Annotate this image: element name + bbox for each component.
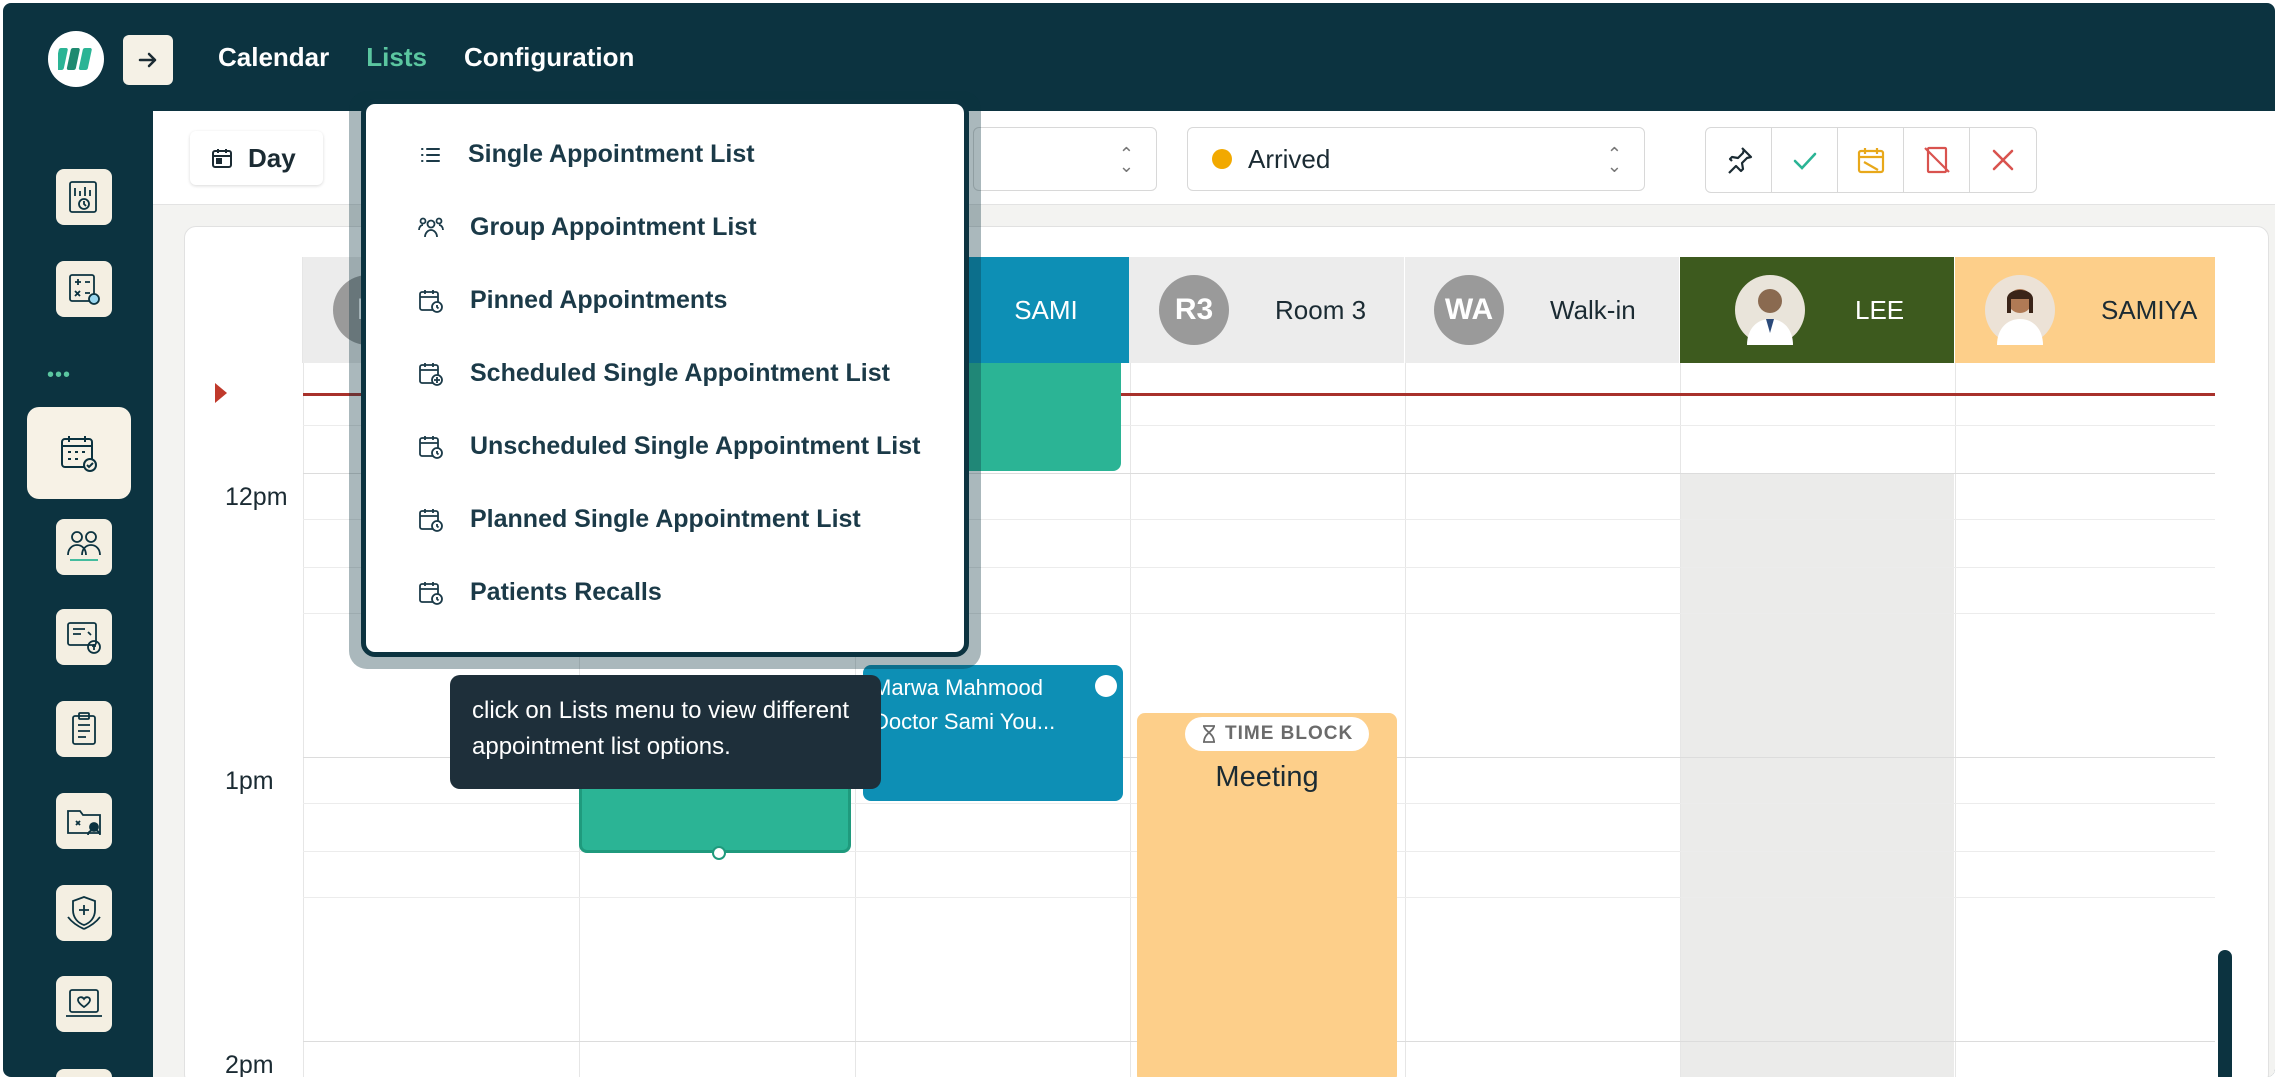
column-header-lee[interactable]: LEE	[1680, 257, 1954, 363]
app-logo[interactable]	[48, 31, 104, 87]
check-icon	[1793, 152, 1816, 170]
column-label: SAMIYA	[2101, 294, 2198, 325]
grid-line	[1405, 363, 1406, 1077]
time-block-title: Meeting	[1215, 761, 1319, 793]
column-label: Walk-in	[1550, 294, 1636, 325]
grid-line	[303, 363, 304, 1077]
nav-calendar[interactable]: Calendar	[218, 39, 329, 75]
menu-item-label: Pinned Appointments	[470, 286, 728, 314]
scrollbar-thumb[interactable]	[2218, 950, 2232, 1077]
menu-item-patients-recalls[interactable]: Patients Recalls	[418, 578, 662, 607]
calendar-clock-icon	[419, 508, 443, 532]
appointment-marwa-mahmood[interactable]: Marwa Mahmood Doctor Sami You...	[863, 665, 1123, 801]
calendar-off-icon	[1857, 148, 1884, 174]
pin-icon	[1727, 147, 1752, 174]
appointment-action-bar	[1705, 127, 2037, 193]
menu-item-single-appointment-list[interactable]: Single Appointment List	[418, 140, 755, 169]
arrow-right-icon	[138, 52, 157, 68]
column-header-sami[interactable]: SAMI	[963, 257, 1129, 363]
chevron-updown-icon: ⌃ ⌄	[1606, 144, 1622, 176]
nav-lists[interactable]: Lists	[366, 39, 427, 75]
reschedule-button[interactable]	[1838, 128, 1904, 192]
calendar-clock-icon	[419, 581, 443, 605]
calendar-clock-icon	[419, 289, 443, 313]
menu-item-planned-single-appointment-list[interactable]: Planned Single Appointment List	[418, 505, 861, 534]
filter-select[interactable]: ⌃ ⌄	[973, 127, 1157, 191]
app-window: Calendar Lists Configuration ••• Day ⌃ ⌄…	[3, 3, 2275, 1077]
resize-handle[interactable]	[712, 846, 726, 860]
column-avatar: R3	[1159, 275, 1229, 345]
sidebar-patients-icon[interactable]	[56, 519, 112, 575]
time-block-label: TIME BLOCK	[1225, 723, 1354, 744]
grid-line	[1680, 363, 1681, 1077]
doctor-avatar	[1735, 275, 1805, 345]
menu-item-pinned-appointments[interactable]: Pinned Appointments	[418, 286, 727, 315]
calendar-icon	[212, 149, 232, 168]
column-label: LEE	[1855, 294, 1905, 325]
column-label: Room 3	[1275, 294, 1367, 325]
hourglass-icon	[1203, 725, 1215, 743]
group-icon	[418, 217, 444, 237]
current-time-marker	[215, 383, 227, 403]
calendar-plus-icon	[419, 362, 443, 386]
time-label: 1pm	[225, 767, 274, 795]
time-gutter-header	[215, 257, 303, 363]
status-select[interactable]: Arrived ⌃ ⌄	[1187, 127, 1645, 191]
view-day-label: Day	[248, 142, 296, 173]
calendar-clock-icon	[419, 435, 443, 459]
view-day-button[interactable]: Day	[190, 131, 323, 185]
menu-item-label: Single Appointment List	[468, 140, 755, 168]
column-avatar: WA	[1434, 275, 1504, 345]
menu-item-unscheduled-single-appointment-list[interactable]: Unscheduled Single Appointment List	[418, 432, 920, 461]
sidebar-clipboard-icon[interactable]	[56, 701, 112, 757]
menu-item-label: Planned Single Appointment List	[470, 505, 861, 533]
cancel-button[interactable]	[1970, 128, 2036, 192]
no-show-icon	[1923, 146, 1950, 174]
sidebar-calendar-icon[interactable]	[27, 407, 131, 499]
column-header-room3[interactable]: R3 Room 3	[1130, 257, 1404, 363]
grid-line	[1130, 363, 1131, 1077]
guide-tooltip: click on Lists menu to view different ap…	[450, 675, 881, 789]
time-block-badge: TIME BLOCK	[1185, 717, 1370, 751]
list-icon	[421, 147, 440, 162]
lists-dropdown-menu: Single Appointment List Group Appointmen…	[361, 99, 969, 657]
confirm-button[interactable]	[1772, 128, 1838, 192]
appointment-patient-name: Marwa Mahmood	[873, 675, 1043, 700]
expand-sidebar-button[interactable]	[123, 35, 173, 85]
sidebar-more-icon[interactable]: •••	[47, 365, 71, 385]
nav-configuration[interactable]: Configuration	[464, 39, 634, 75]
time-label: 2pm	[225, 1051, 274, 1077]
sidebar-records-icon[interactable]	[56, 793, 112, 849]
grid-line	[1955, 363, 1956, 1077]
appointment-doctor-name: Doctor Sami You...	[873, 709, 1056, 734]
sidebar-billing-icon[interactable]	[56, 261, 112, 317]
sidebar-more-item-icon[interactable]	[56, 1069, 112, 1077]
sidebar-dashboard-icon[interactable]	[56, 169, 112, 225]
no-show-button[interactable]	[1904, 128, 1970, 192]
close-icon	[1992, 149, 2014, 171]
column-label: SAMI	[1014, 294, 1078, 325]
appointment-status-icon[interactable]	[1095, 675, 1117, 697]
unavailable-block	[1680, 473, 1954, 1077]
doctor-avatar	[1985, 275, 2055, 345]
top-navigation: Calendar Lists Configuration	[218, 39, 634, 75]
chevron-updown-icon: ⌃ ⌄	[1118, 144, 1134, 176]
menu-item-label: Group Appointment List	[470, 213, 757, 241]
pin-button[interactable]	[1706, 128, 1772, 192]
status-dot	[1212, 149, 1232, 169]
column-header-samiya[interactable]: SAMIYA	[1955, 257, 2215, 363]
menu-item-label: Scheduled Single Appointment List	[470, 359, 890, 387]
sidebar-health-icon[interactable]	[56, 976, 112, 1032]
menu-item-scheduled-single-appointment-list[interactable]: Scheduled Single Appointment List	[418, 359, 890, 388]
menu-item-label: Patients Recalls	[470, 578, 662, 606]
sidebar-insurance-icon[interactable]	[56, 609, 112, 665]
time-label: 12pm	[225, 483, 288, 511]
menu-item-group-appointment-list[interactable]: Group Appointment List	[418, 213, 757, 242]
sidebar-care-icon[interactable]	[56, 885, 112, 941]
status-value: Arrived	[1248, 143, 1331, 174]
time-block-meeting[interactable]: TIME BLOCK Meeting	[1137, 713, 1397, 1077]
menu-item-label: Unscheduled Single Appointment List	[470, 432, 921, 460]
column-header-walkin[interactable]: WA Walk-in	[1405, 257, 1679, 363]
